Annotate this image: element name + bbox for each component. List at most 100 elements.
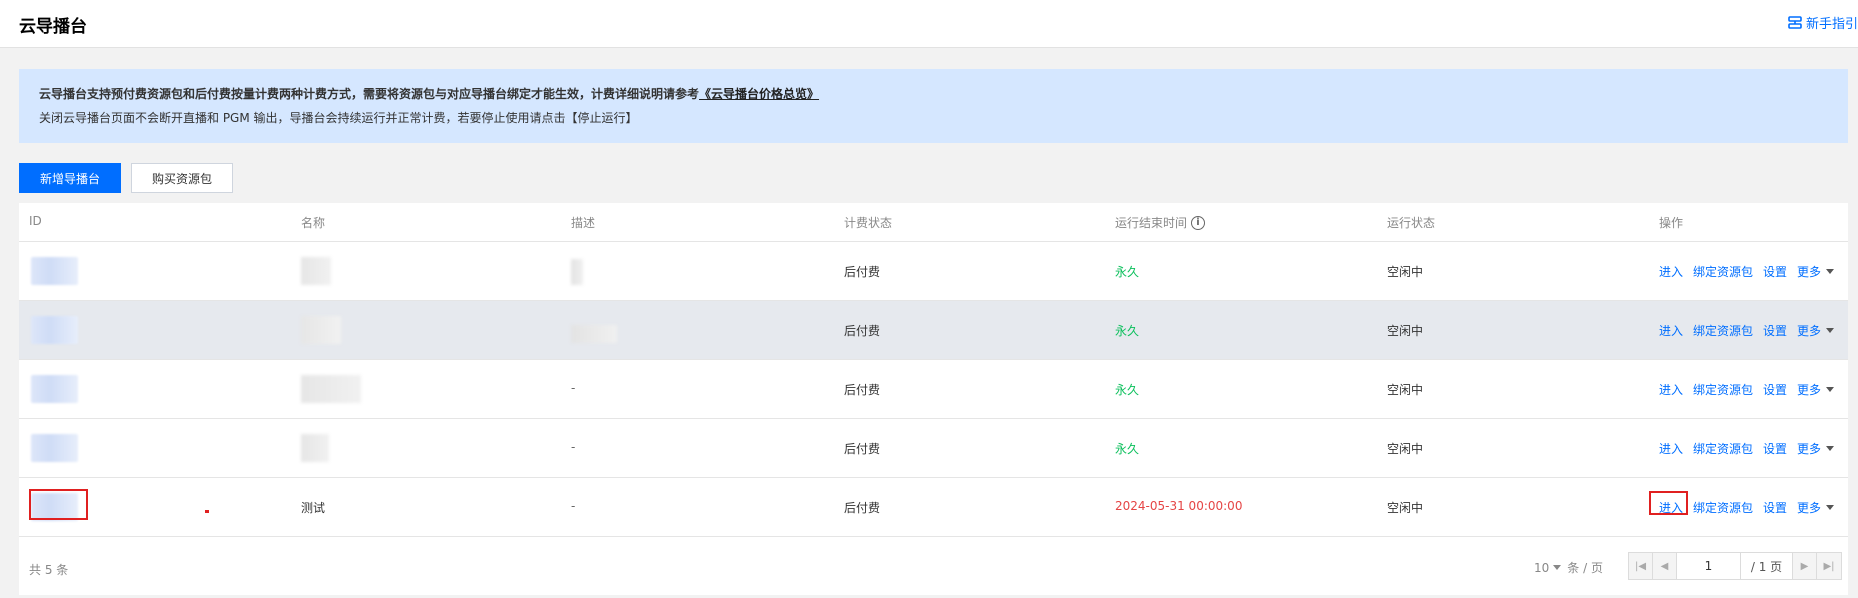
- more-dropdown[interactable]: 更多: [1797, 440, 1835, 457]
- caret-down-icon: [1826, 505, 1835, 510]
- settings-link[interactable]: 设置: [1763, 440, 1787, 457]
- billing-status: 后付费: [844, 383, 881, 397]
- billing-status: 后付费: [844, 324, 881, 338]
- page-title: 云导播台: [19, 17, 87, 37]
- run-status: 空闲中: [1387, 442, 1424, 456]
- prev-page-icon[interactable]: ◀: [1653, 553, 1677, 579]
- more-label: 更多: [1797, 265, 1822, 279]
- row-actions: 进入 绑定资源包 设置 更多: [1659, 440, 1835, 457]
- bind-package-link[interactable]: 绑定资源包: [1693, 322, 1753, 339]
- name: 测试: [301, 501, 326, 515]
- description: -: [571, 440, 576, 454]
- end-time: 永久: [1115, 324, 1140, 338]
- notice-line-2: 关闭云导播台页面不会断开直播和 PGM 输出，导播台会持续运行并正常计费，若要停…: [39, 111, 638, 125]
- page-size-unit: 条 / 页: [1567, 561, 1603, 575]
- more-label: 更多: [1797, 442, 1822, 456]
- table-row: - 后付费 永久 空闲中 进入 绑定资源包 设置 更多: [19, 419, 1848, 478]
- bind-package-link[interactable]: 绑定资源包: [1693, 381, 1753, 398]
- total-pages: / 1 页: [1741, 553, 1793, 579]
- notice-banner: 云导播台支持预付费资源包和后付费按量计费两种计费方式，需要将资源包与对应导播台绑…: [19, 69, 1848, 143]
- info-icon[interactable]: i: [1191, 215, 1206, 230]
- caret-down-icon: [1553, 565, 1562, 570]
- col-end-time: 运行结束时间 i: [1115, 214, 1206, 231]
- highlight-box: [29, 489, 88, 520]
- run-status: 空闲中: [1387, 265, 1424, 279]
- table-row: 测试 - 后付费 2024-05-31 00:00:00 空闲中 进入 绑定资源…: [19, 478, 1848, 537]
- enter-link[interactable]: 进入: [1659, 322, 1683, 339]
- col-billing: 计费状态: [844, 216, 893, 230]
- last-page-icon[interactable]: ▶|: [1817, 553, 1841, 579]
- name-redacted: [301, 316, 341, 344]
- description: -: [571, 499, 576, 513]
- caret-down-icon: [1826, 446, 1835, 451]
- settings-link[interactable]: 设置: [1763, 263, 1787, 280]
- first-page-icon[interactable]: |◀: [1629, 553, 1653, 579]
- table-row: 后付费 永久 空闲中 进入 绑定资源包 设置 更多: [19, 242, 1848, 301]
- end-time: 2024-05-31 00:00:00: [1115, 499, 1243, 513]
- row-actions: 进入 绑定资源包 设置 更多: [1659, 263, 1835, 280]
- more-label: 更多: [1797, 501, 1822, 515]
- description: -: [571, 381, 576, 395]
- col-id: ID: [29, 214, 42, 228]
- settings-link[interactable]: 设置: [1763, 499, 1787, 516]
- name-redacted: [301, 375, 361, 403]
- total-count: 共 5 条: [29, 563, 69, 577]
- page-size-select[interactable]: 10 条 / 页: [1534, 559, 1603, 576]
- page-input[interactable]: [1677, 553, 1741, 579]
- top-bar: 云导播台 新手指引: [0, 0, 1858, 48]
- billing-status: 后付费: [844, 442, 881, 456]
- page-size-value: 10: [1534, 560, 1550, 575]
- id-redacted: [31, 316, 78, 344]
- enter-link[interactable]: 进入: [1659, 381, 1683, 398]
- guide-icon: [1788, 15, 1802, 29]
- end-time: 永久: [1115, 265, 1140, 279]
- pricing-link[interactable]: 《云导播台价格总览》: [699, 87, 819, 101]
- col-end-time-label: 运行结束时间: [1115, 216, 1188, 230]
- row-actions: 进入 绑定资源包 设置 更多: [1659, 322, 1835, 339]
- desc-redacted: [571, 325, 617, 343]
- table-header: ID 名称 描述 计费状态 运行结束时间 i 运行状态 操作: [19, 203, 1848, 242]
- billing-status: 后付费: [844, 501, 881, 515]
- bind-package-link[interactable]: 绑定资源包: [1693, 263, 1753, 280]
- more-dropdown[interactable]: 更多: [1797, 499, 1835, 516]
- name-redacted: [301, 257, 331, 285]
- col-desc: 描述: [571, 216, 596, 230]
- notice-line-1-text: 云导播台支持预付费资源包和后付费按量计费两种计费方式，需要将资源包与对应导播台绑…: [39, 87, 700, 101]
- director-table: ID 名称 描述 计费状态 运行结束时间 i 运行状态 操作 后付费 永久 空闲…: [19, 203, 1848, 595]
- table-footer: 共 5 条 10 条 / 页 |◀ ◀ / 1 页 ▶ ▶|: [19, 543, 1848, 595]
- more-dropdown[interactable]: 更多: [1797, 263, 1835, 280]
- desc-redacted: [571, 259, 583, 285]
- run-status: 空闲中: [1387, 383, 1424, 397]
- buy-package-button[interactable]: 购买资源包: [131, 163, 233, 193]
- settings-link[interactable]: 设置: [1763, 381, 1787, 398]
- bind-package-link[interactable]: 绑定资源包: [1693, 440, 1753, 457]
- enter-link[interactable]: 进入: [1659, 440, 1683, 457]
- col-status: 运行状态: [1387, 216, 1436, 230]
- run-status: 空闲中: [1387, 501, 1424, 515]
- enter-link[interactable]: 进入: [1659, 263, 1683, 280]
- id-redacted: [31, 257, 78, 285]
- end-time: 永久: [1115, 383, 1140, 397]
- caret-down-icon: [1826, 387, 1835, 392]
- red-mark: [205, 510, 209, 513]
- billing-status: 后付费: [844, 265, 881, 279]
- bind-package-link[interactable]: 绑定资源包: [1693, 499, 1753, 516]
- row-actions: 进入 绑定资源包 设置 更多: [1659, 381, 1835, 398]
- id-redacted: [31, 434, 78, 462]
- col-actions: 操作: [1659, 216, 1684, 230]
- table-row: - 后付费 永久 空闲中 进入 绑定资源包 设置 更多: [19, 360, 1848, 419]
- highlight-box: [1649, 491, 1688, 515]
- guide-label: 新手指引: [1805, 17, 1858, 32]
- guide-link[interactable]: 新手指引: [1788, 13, 1858, 32]
- notice-line-1: 云导播台支持预付费资源包和后付费按量计费两种计费方式，需要将资源包与对应导播台绑…: [39, 83, 1828, 105]
- id-redacted: [31, 375, 78, 403]
- caret-down-icon: [1826, 269, 1835, 274]
- more-dropdown[interactable]: 更多: [1797, 322, 1835, 339]
- next-page-icon[interactable]: ▶: [1793, 553, 1817, 579]
- more-label: 更多: [1797, 383, 1822, 397]
- more-dropdown[interactable]: 更多: [1797, 381, 1835, 398]
- settings-link[interactable]: 设置: [1763, 322, 1787, 339]
- more-label: 更多: [1797, 324, 1822, 338]
- new-director-button[interactable]: 新增导播台: [19, 163, 121, 193]
- name-redacted: [301, 434, 329, 462]
